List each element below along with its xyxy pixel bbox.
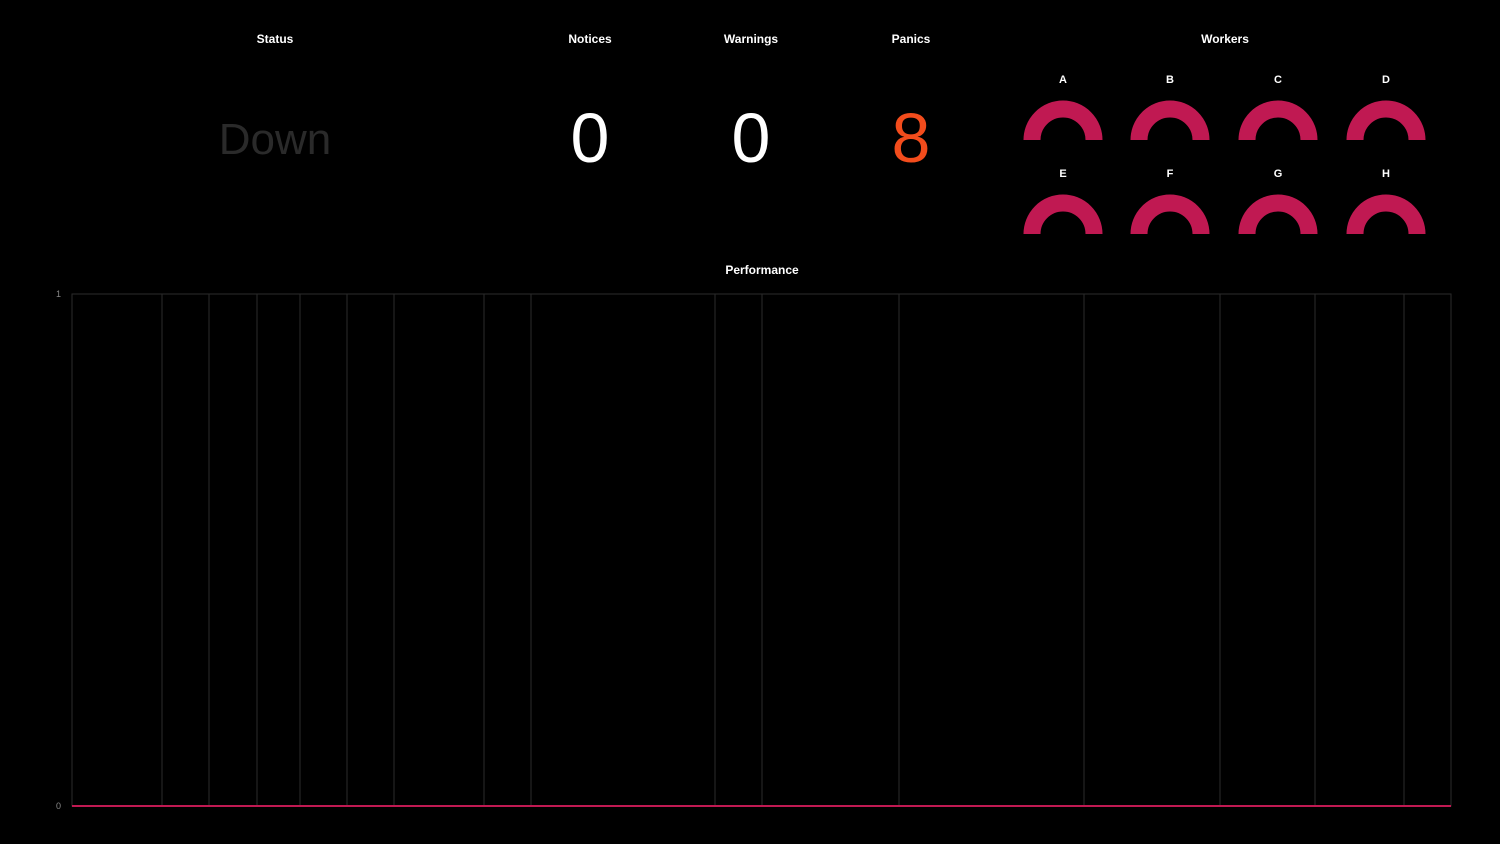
- dashboard: Status Down Notices 0 Warnings 0 Panics …: [0, 0, 1500, 844]
- performance-chart: 01: [56, 289, 1452, 811]
- y-tick-label: 0: [56, 801, 61, 811]
- y-tick-label: 1: [56, 289, 61, 299]
